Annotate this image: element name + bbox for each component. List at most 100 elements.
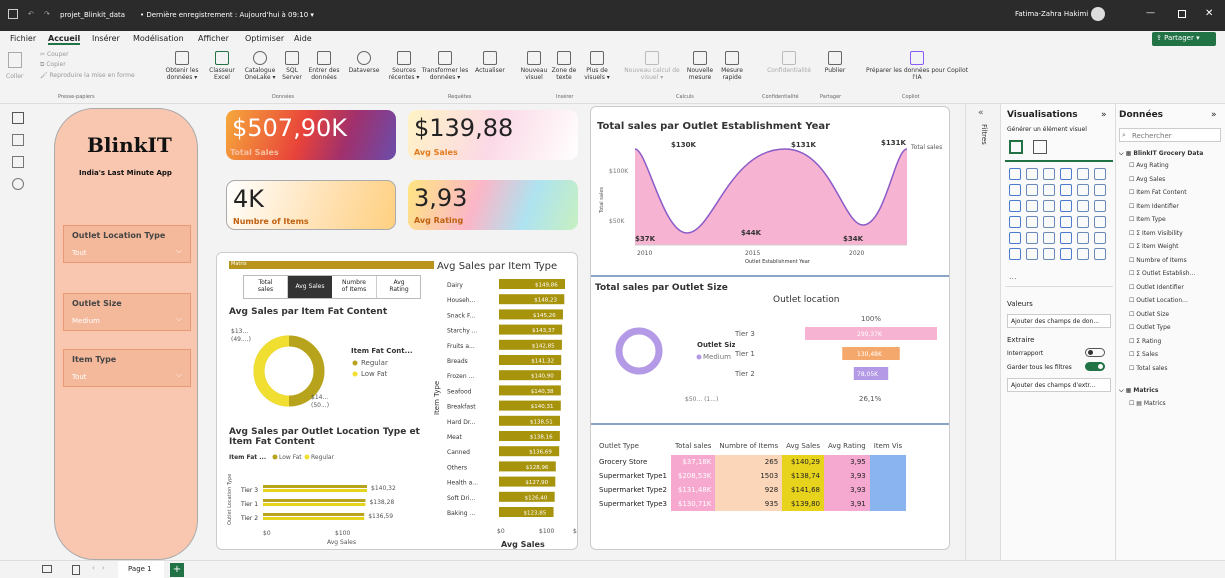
page-view-icon[interactable] [42,565,52,573]
visual-type-icon[interactable] [1060,232,1072,244]
minimize-icon[interactable]: — [1146,8,1155,18]
visual-type-icon[interactable] [1043,248,1055,260]
field-item[interactable]: ☐ Numbre of Items [1129,257,1187,264]
save-icon[interactable] [8,9,18,19]
donut-medium[interactable] [615,327,663,375]
visual-type-icon[interactable] [1043,200,1055,212]
add-values-field[interactable]: Ajouter des champs de don... [1007,314,1111,328]
expand-icon[interactable]: » [1101,110,1107,120]
visual-type-icon[interactable] [1009,216,1021,228]
visual-type-icon[interactable] [1077,232,1089,244]
visual-type-icon[interactable] [1026,216,1038,228]
table-row[interactable]: Supermarket Type2 $131,48K 928 $141,68 3,93 [595,483,907,497]
visual-type-icon[interactable] [1060,168,1072,180]
metric-total-sales-button[interactable]: Total sales [244,276,288,298]
avatar[interactable] [1091,7,1105,21]
visual-type-icon[interactable] [1094,200,1106,212]
visual-type-icon[interactable] [1043,168,1055,180]
field-item[interactable]: ☐ Σ Item Weight [1129,243,1178,250]
build-visual-icon[interactable] [1009,140,1023,154]
chevron-down-icon[interactable]: ⌵ [176,314,182,324]
chevron-down-icon[interactable]: ⌵ [176,246,182,256]
table-view-icon[interactable] [12,134,24,146]
cut-button[interactable]: ✂ Couper [40,51,69,58]
visual-type-icon[interactable] [1094,168,1106,180]
visual-type-icon[interactable] [1077,200,1089,212]
col-header[interactable]: Total sales [671,437,715,455]
undo-icon[interactable]: ↶ [28,10,34,18]
visual-type-icon[interactable] [1026,200,1038,212]
menu-modelisation[interactable]: Modélisation [133,34,184,43]
collapse-left-icon[interactable]: « [978,108,984,118]
prepare-copilot-button[interactable]: Préparer les données pour Copilot l'IA [856,51,978,81]
donut-regular[interactable] [253,335,290,407]
enter-data-button[interactable]: Entrer des données [304,51,344,81]
data-table-node[interactable]: ⌵ ▦ BlinkIT Grocery Data [1119,150,1203,158]
keep-filters-toggle[interactable] [1085,362,1105,371]
field-item[interactable]: ☐ Outlet Size [1129,311,1169,318]
menu-inserer[interactable]: Insérer [92,34,120,43]
visual-type-icon[interactable] [1009,168,1021,180]
metric-avg-sales-button[interactable]: Avg Sales [288,276,332,298]
visual-type-icon[interactable] [1060,184,1072,196]
confidentiality-button[interactable]: Confidentialité [760,51,818,74]
visual-type-icon[interactable] [1043,232,1055,244]
col-header[interactable]: Numbre of Items [715,437,782,455]
excel-button[interactable]: Classeur Excel [204,51,240,81]
field-item[interactable]: ☐ Avg Rating [1129,162,1169,169]
menu-optimiser[interactable]: Optimiser [245,34,284,43]
col-header[interactable]: Item Vis [870,437,906,455]
expand-icon[interactable]: » [1211,110,1217,120]
share-button[interactable]: ⇪ Partager ▾ [1152,32,1216,46]
matrics-node[interactable]: ⌵ ▦ Matrics [1119,387,1158,395]
kpi-number-of-items[interactable]: 4K Numbre of Items [226,180,396,230]
redo-icon[interactable]: ↷ [44,10,50,18]
col-header[interactable]: Outlet Type [595,437,671,455]
visual-type-icon[interactable] [1077,248,1089,260]
visual-type-icon[interactable] [1009,184,1021,196]
visual-type-icon[interactable] [1094,232,1106,244]
menu-afficher[interactable]: Afficher [198,34,229,43]
field-item[interactable]: ☐ Σ Item Visibility [1129,230,1183,237]
visual-type-icon[interactable] [1077,168,1089,180]
close-icon[interactable]: ✕ [1205,8,1213,19]
model-view-icon[interactable] [12,156,24,168]
field-item[interactable]: ☐ Σ Sales [1129,351,1158,358]
table-row[interactable]: Supermarket Type1 $208,53K 1503 $138,74 3,93 [595,469,907,483]
filters-pane[interactable]: « Filtres [965,104,1000,560]
new-measure-button[interactable]: Nouvelle mesure [684,51,716,81]
add-drill-field[interactable]: Ajouter des champs d'extr... [1007,378,1111,392]
get-data-button[interactable]: Obtenir les données ▾ [160,51,204,81]
visual-type-icon[interactable] [1094,216,1106,228]
kpi-total-sales[interactable]: $507,90K Total Sales [226,110,396,160]
area-chart[interactable]: Total sales $100K $50K $130K $37K $131K … [595,135,947,267]
kpi-avg-rating[interactable]: 3,93 Avg Rating [408,180,578,230]
restore-icon[interactable] [1178,10,1186,18]
table-row[interactable]: Grocery Store $37,18K 265 $140,29 3,95 [595,455,907,469]
loc-bar-lowfat[interactable] [263,485,367,488]
matrics-field[interactable]: ☐ ▤ Matrics [1129,400,1166,407]
dax-view-icon[interactable] [12,178,24,190]
slicer-outlet-size[interactable]: Outlet Size Medium ⌵ [63,293,191,331]
text-box-button[interactable]: Zone de texte [548,51,580,81]
visual-type-icon[interactable] [1094,184,1106,196]
format-visual-icon[interactable] [1033,140,1047,154]
loc-bar-regular[interactable] [263,503,366,506]
mobile-view-icon[interactable] [72,565,80,575]
menu-accueil[interactable]: Accueil [48,34,81,45]
col-header[interactable]: Avg Rating [824,437,870,455]
field-item[interactable]: ☐ Outlet Type [1129,324,1171,331]
visual-type-icon[interactable] [1009,200,1021,212]
transform-data-button[interactable]: Transformer les données ▾ [416,51,474,81]
visual-type-icon[interactable] [1094,248,1106,260]
visual-type-icon[interactable] [1026,232,1038,244]
field-item[interactable]: ☐ Outlet Location... [1129,297,1188,304]
prev-page-icon[interactable]: ‹ [92,564,95,572]
report-view-icon[interactable] [12,112,24,124]
location-chart[interactable]: Item Fat ... Low Fat Regular Outlet Loca… [227,451,417,549]
field-item[interactable]: ☐ Total sales [1129,365,1168,372]
metric-items-button[interactable]: Numbre of Items [332,276,377,298]
visual-type-icon[interactable] [1077,184,1089,196]
add-page-button[interactable]: + [170,563,184,577]
field-item[interactable]: ☐ Avg Sales [1129,176,1165,183]
